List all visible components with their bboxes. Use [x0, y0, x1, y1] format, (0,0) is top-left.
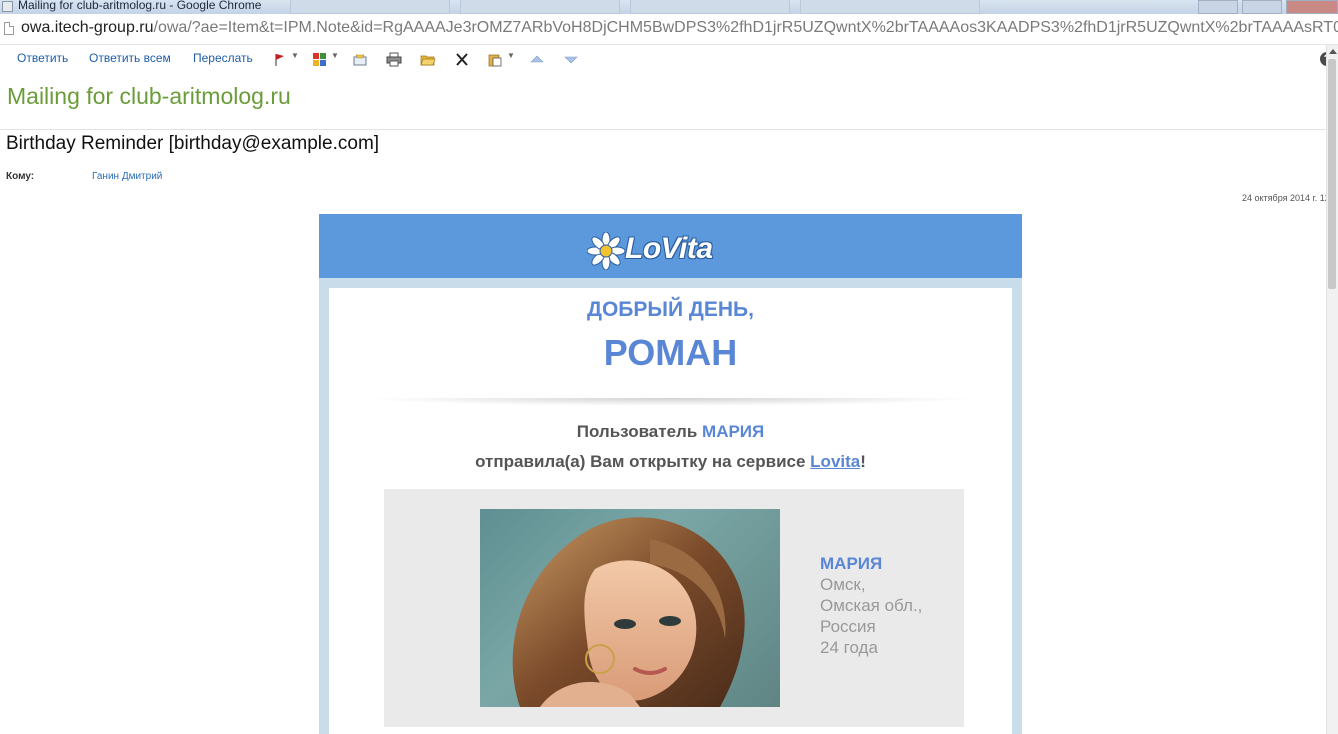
vertical-scrollbar[interactable]	[1326, 45, 1338, 734]
next-item-icon[interactable]	[563, 52, 579, 67]
copy-dropdown-icon[interactable]: ▼	[507, 51, 515, 60]
minimize-button[interactable]	[1198, 0, 1238, 14]
categories-icon[interactable]	[312, 52, 328, 67]
flag-dropdown-icon[interactable]: ▼	[291, 51, 299, 60]
background-tabs	[290, 0, 990, 14]
lovita-logo[interactable]: LoVita	[587, 230, 757, 272]
user-prefix: Пользователь	[576, 422, 698, 441]
sender-region: Омская обл.,	[820, 596, 923, 615]
sender-card: МАРИЯ Омск, Омская обл., Россия 24 года	[384, 489, 964, 727]
print-icon[interactable]	[386, 52, 402, 67]
move-icon[interactable]	[352, 52, 368, 67]
window-titlebar: Mailing for club-aritmolog.ru - Google C…	[0, 0, 1338, 14]
greeting-text: ДОБРЫЙ ДЕНЬ,	[587, 298, 754, 321]
delete-icon[interactable]	[454, 52, 470, 67]
email-content: LoVita ДОБРЫЙ ДЕНЬ, РОМАН Пользователь М…	[319, 214, 1022, 734]
chrome-tab-icon	[2, 1, 13, 12]
close-window-button[interactable]	[1286, 0, 1338, 14]
email-card-body: ДОБРЫЙ ДЕНЬ, РОМАН Пользователь МАРИЯ от…	[329, 288, 1012, 734]
sender-city: Омск,	[820, 575, 866, 594]
sender-info: МАРИЯ Омск, Омская обл., Россия 24 года	[820, 553, 922, 658]
copy-icon[interactable]	[488, 52, 504, 67]
url-text[interactable]: owa.itech-group.ru/owa/?ae=Item&t=IPM.No…	[21, 19, 1338, 37]
message-date: 24 октября 2014 г. 12	[1242, 193, 1330, 203]
url-path: /owa/?ae=Item&t=IPM.Note&id=RgAAAAJe3rOM…	[153, 19, 1338, 36]
postcard-text: отправила(а) Вам открытку на сервисе	[475, 452, 806, 471]
message-subject: Birthday Reminder [birthday@example.com]	[6, 133, 380, 154]
reply-all-button[interactable]: Ответить всем	[89, 51, 171, 65]
sender-age: 24 года	[820, 638, 878, 657]
to-label: Кому:	[6, 171, 35, 182]
to-recipient-link[interactable]: Ганин Дмитрий	[92, 171, 162, 182]
message-toolbar: Ответить Ответить всем Переслать ▼ ▼ ▼ ?	[0, 45, 1338, 73]
scroll-thumb[interactable]	[1328, 59, 1336, 289]
maximize-button[interactable]	[1242, 0, 1282, 14]
folder-title: Mailing for club-aritmolog.ru	[7, 83, 291, 109]
email-header-banner: LoVita	[319, 214, 1022, 278]
logo-text: LoVita	[625, 232, 713, 265]
sender-line: Пользователь МАРИЯ	[329, 422, 1012, 442]
url-host: owa.itech-group.ru	[21, 19, 154, 36]
flower-icon	[587, 232, 625, 270]
sender-photo[interactable]	[480, 509, 780, 707]
sender-name: МАРИЯ	[820, 554, 883, 573]
portrait-image	[512, 517, 745, 707]
header-divider	[0, 129, 1338, 130]
recipient-name: РОМАН	[603, 332, 738, 373]
scroll-up-arrow-icon[interactable]	[1329, 49, 1337, 54]
separator-shadow	[359, 398, 982, 406]
reply-button[interactable]: Ответить	[17, 51, 68, 65]
window-title: Mailing for club-aritmolog.ru - Google C…	[18, 0, 262, 12]
address-bar[interactable]: owa.itech-group.ru/owa/?ae=Item&t=IPM.No…	[0, 14, 1338, 45]
forward-button[interactable]: Переслать	[193, 51, 253, 65]
sender-name-inline: МАРИЯ	[702, 422, 765, 441]
open-folder-icon[interactable]	[420, 52, 436, 67]
flag-icon[interactable]	[273, 52, 289, 67]
window-controls[interactable]	[1198, 0, 1338, 14]
lovita-link[interactable]: Lovita	[810, 452, 860, 471]
postcard-line: отправила(а) Вам открытку на сервисе Lov…	[329, 452, 1012, 472]
previous-item-icon[interactable]	[529, 52, 545, 67]
exclamation: !	[860, 452, 866, 471]
sender-country: Россия	[820, 617, 876, 636]
categories-dropdown-icon[interactable]: ▼	[331, 51, 339, 60]
page-icon	[4, 22, 14, 35]
